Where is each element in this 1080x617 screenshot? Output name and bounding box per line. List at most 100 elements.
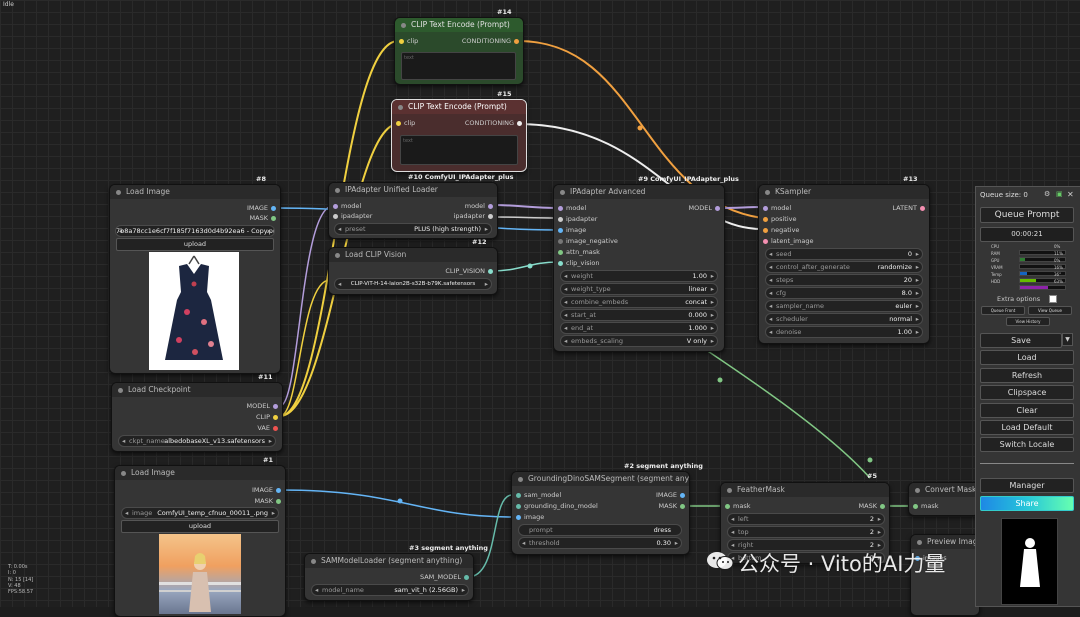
image-output[interactable]: IMAGE [247, 204, 277, 213]
ipadapter-input[interactable]: ipadapter [332, 212, 372, 221]
mask-output[interactable]: MASK [659, 502, 686, 511]
monitor-icon[interactable]: ▣ [1056, 190, 1063, 198]
mask-output[interactable]: MASK [255, 497, 282, 506]
end-at-widget[interactable]: end_at1.000 [560, 322, 718, 334]
queue-prompt-button[interactable]: Queue Prompt [980, 207, 1074, 223]
control-after-generate-widget[interactable]: control_after_generaterandomize [765, 261, 923, 273]
mask-output[interactable]: MASK [250, 214, 277, 223]
mask-output[interactable]: MASK [859, 502, 886, 511]
save-dropdown-icon[interactable]: ▼ [1062, 333, 1073, 346]
load-image-node[interactable]: Load Image IMAGE MASK 7b8a78cc1e6cf7f185… [109, 184, 281, 374]
model-output[interactable]: MODEL [689, 204, 721, 213]
denoise-widget[interactable]: denoise1.00 [765, 326, 923, 338]
vae-output[interactable]: VAE [257, 424, 279, 433]
weight-type-widget[interactable]: weight_typelinear [560, 283, 718, 295]
clip-output[interactable]: CLIP [256, 413, 279, 422]
clip-text-encode-positive-node[interactable]: CLIP Text Encode (Prompt) clip CONDITION… [394, 17, 524, 85]
mask-input[interactable]: mask [912, 502, 938, 511]
model-input[interactable]: model [557, 204, 586, 213]
attn-mask-input[interactable]: attn_mask [557, 248, 600, 257]
node-title[interactable]: GroundingDinoSAMSegment (segment anythin… [512, 472, 689, 486]
clip-input[interactable]: clip [395, 119, 415, 128]
refresh-button[interactable]: Refresh [980, 368, 1074, 383]
node-title[interactable]: CLIP Text Encode (Prompt) [395, 18, 523, 32]
share-button[interactable]: Share [980, 496, 1074, 511]
sam-model-input[interactable]: sam_model [515, 491, 561, 500]
node-title[interactable]: Load Image [115, 466, 285, 480]
latent-image-input[interactable]: latent_image [762, 237, 814, 246]
node-title[interactable]: IPAdapter Advanced [554, 185, 724, 199]
positive-input[interactable]: positive [762, 215, 797, 224]
ipadapter-unified-loader-node[interactable]: IPAdapter Unified Loader model ipadapter… [328, 182, 498, 239]
grounding-dino-sam-segment-node[interactable]: GroundingDinoSAMSegment (segment anythin… [511, 471, 690, 555]
convert-mask-node[interactable]: Convert Mask t mask [908, 482, 980, 516]
start-at-widget[interactable]: start_at0.000 [560, 309, 718, 321]
image-output[interactable]: IMAGE [656, 491, 686, 500]
prompt-input[interactable]: prompt dress [518, 524, 682, 536]
image-input[interactable]: image [557, 226, 586, 235]
queue-front-button[interactable]: Queue Front [981, 306, 1025, 315]
node-title[interactable]: IPAdapter Unified Loader [329, 183, 497, 197]
model-name-select[interactable]: model_namesam_vit_h (2.56GB) [311, 584, 469, 596]
clip-name-select[interactable]: CLIP-ViT-H-14-laion2B-s32B-b79K.safetens… [334, 278, 492, 290]
ksampler-node[interactable]: KSampler LATENT model positive negative … [758, 184, 930, 344]
negative-input[interactable]: negative [762, 226, 799, 235]
upload-button[interactable]: upload [116, 238, 274, 251]
node-title[interactable]: FeatherMask [721, 483, 889, 497]
embeds-scaling-widget[interactable]: embeds_scalingV only [560, 335, 718, 347]
load-button[interactable]: Load [980, 350, 1074, 365]
extra-options-checkbox[interactable] [1049, 295, 1057, 303]
preset-select[interactable]: presetPLUS (high strength) [334, 223, 492, 235]
load-checkpoint-node[interactable]: Load Checkpoint MODEL CLIP VAE ckpt_name… [111, 382, 283, 452]
top-widget[interactable]: top2 [727, 526, 885, 538]
seed-widget[interactable]: seed0 [765, 248, 923, 260]
image-select[interactable]: 7b8a78cc1e6cf7f185f7163d0d4b92ea6 - Copy… [115, 225, 275, 237]
cfg-widget[interactable]: cfg8.0 [765, 287, 923, 299]
weight-widget[interactable]: weight1.00 [560, 270, 718, 282]
node-title[interactable]: SAMModelLoader (segment anything) [305, 554, 473, 568]
sampler-name-widget[interactable]: sampler_nameeuler [765, 300, 923, 312]
ckpt-name-select[interactable]: ckpt_namealbedobaseXL_v13.safetensors [118, 435, 276, 447]
node-title[interactable]: KSampler [759, 185, 929, 199]
upload-button[interactable]: upload [121, 520, 279, 533]
view-queue-button[interactable]: View Queue [1028, 306, 1072, 315]
gear-icon[interactable]: ⚙ [1044, 190, 1050, 198]
prompt-textarea[interactable]: text [400, 135, 518, 165]
image-negative-input[interactable]: image_negative [557, 237, 618, 246]
image-input[interactable]: image [515, 513, 544, 522]
node-title[interactable]: Load Image [110, 185, 280, 199]
grounding-dino-model-input[interactable]: grounding_dino_model [515, 502, 598, 511]
sam-model-loader-node[interactable]: SAMModelLoader (segment anything) SAM_MO… [304, 553, 474, 601]
ipadapter-output[interactable]: ipadapter [454, 212, 494, 221]
load-default-button[interactable]: Load Default [980, 420, 1074, 435]
clear-button[interactable]: Clear [980, 403, 1074, 418]
ipadapter-input[interactable]: ipadapter [557, 215, 597, 224]
sam-model-output[interactable]: SAM_MODEL [420, 573, 470, 582]
model-input[interactable]: model [762, 204, 791, 213]
conditioning-output[interactable]: CONDITIONING [465, 119, 523, 128]
switch-locale-button[interactable]: Switch Locale [980, 437, 1074, 452]
threshold-widget[interactable]: threshold0.30 [518, 537, 682, 549]
node-title[interactable]: Load CLIP Vision [329, 248, 497, 262]
conditioning-output[interactable]: CONDITIONING [462, 37, 520, 46]
ipadapter-advanced-node[interactable]: IPAdapter Advanced MODEL model ipadapter… [553, 184, 725, 352]
clip-vision-input[interactable]: clip_vision [557, 259, 600, 268]
combine-embeds-widget[interactable]: combine_embedsconcat [560, 296, 718, 308]
clip-input[interactable]: clip [398, 37, 418, 46]
close-icon[interactable]: ✕ [1067, 190, 1074, 199]
clip-vision-output[interactable]: CLIP_VISION [445, 267, 494, 276]
clipspace-button[interactable]: Clipspace [980, 385, 1074, 400]
load-image-node-2[interactable]: Load Image IMAGE MASK imageComfyUI_temp_… [114, 465, 286, 617]
clip-text-encode-negative-node[interactable]: CLIP Text Encode (Prompt) clip CONDITION… [391, 99, 527, 172]
model-output[interactable]: model [465, 202, 494, 211]
model-input[interactable]: model [332, 202, 361, 211]
steps-widget[interactable]: steps20 [765, 274, 923, 286]
node-title[interactable]: Preview Image [911, 535, 979, 549]
node-title[interactable]: CLIP Text Encode (Prompt) [392, 100, 526, 114]
left-widget[interactable]: left2 [727, 513, 885, 525]
image-output[interactable]: IMAGE [252, 486, 282, 495]
latent-output[interactable]: LATENT [892, 204, 926, 213]
view-history-button[interactable]: View History [1006, 317, 1050, 326]
node-title[interactable]: Convert Mask t [909, 483, 979, 497]
mask-input[interactable]: mask [724, 502, 750, 511]
